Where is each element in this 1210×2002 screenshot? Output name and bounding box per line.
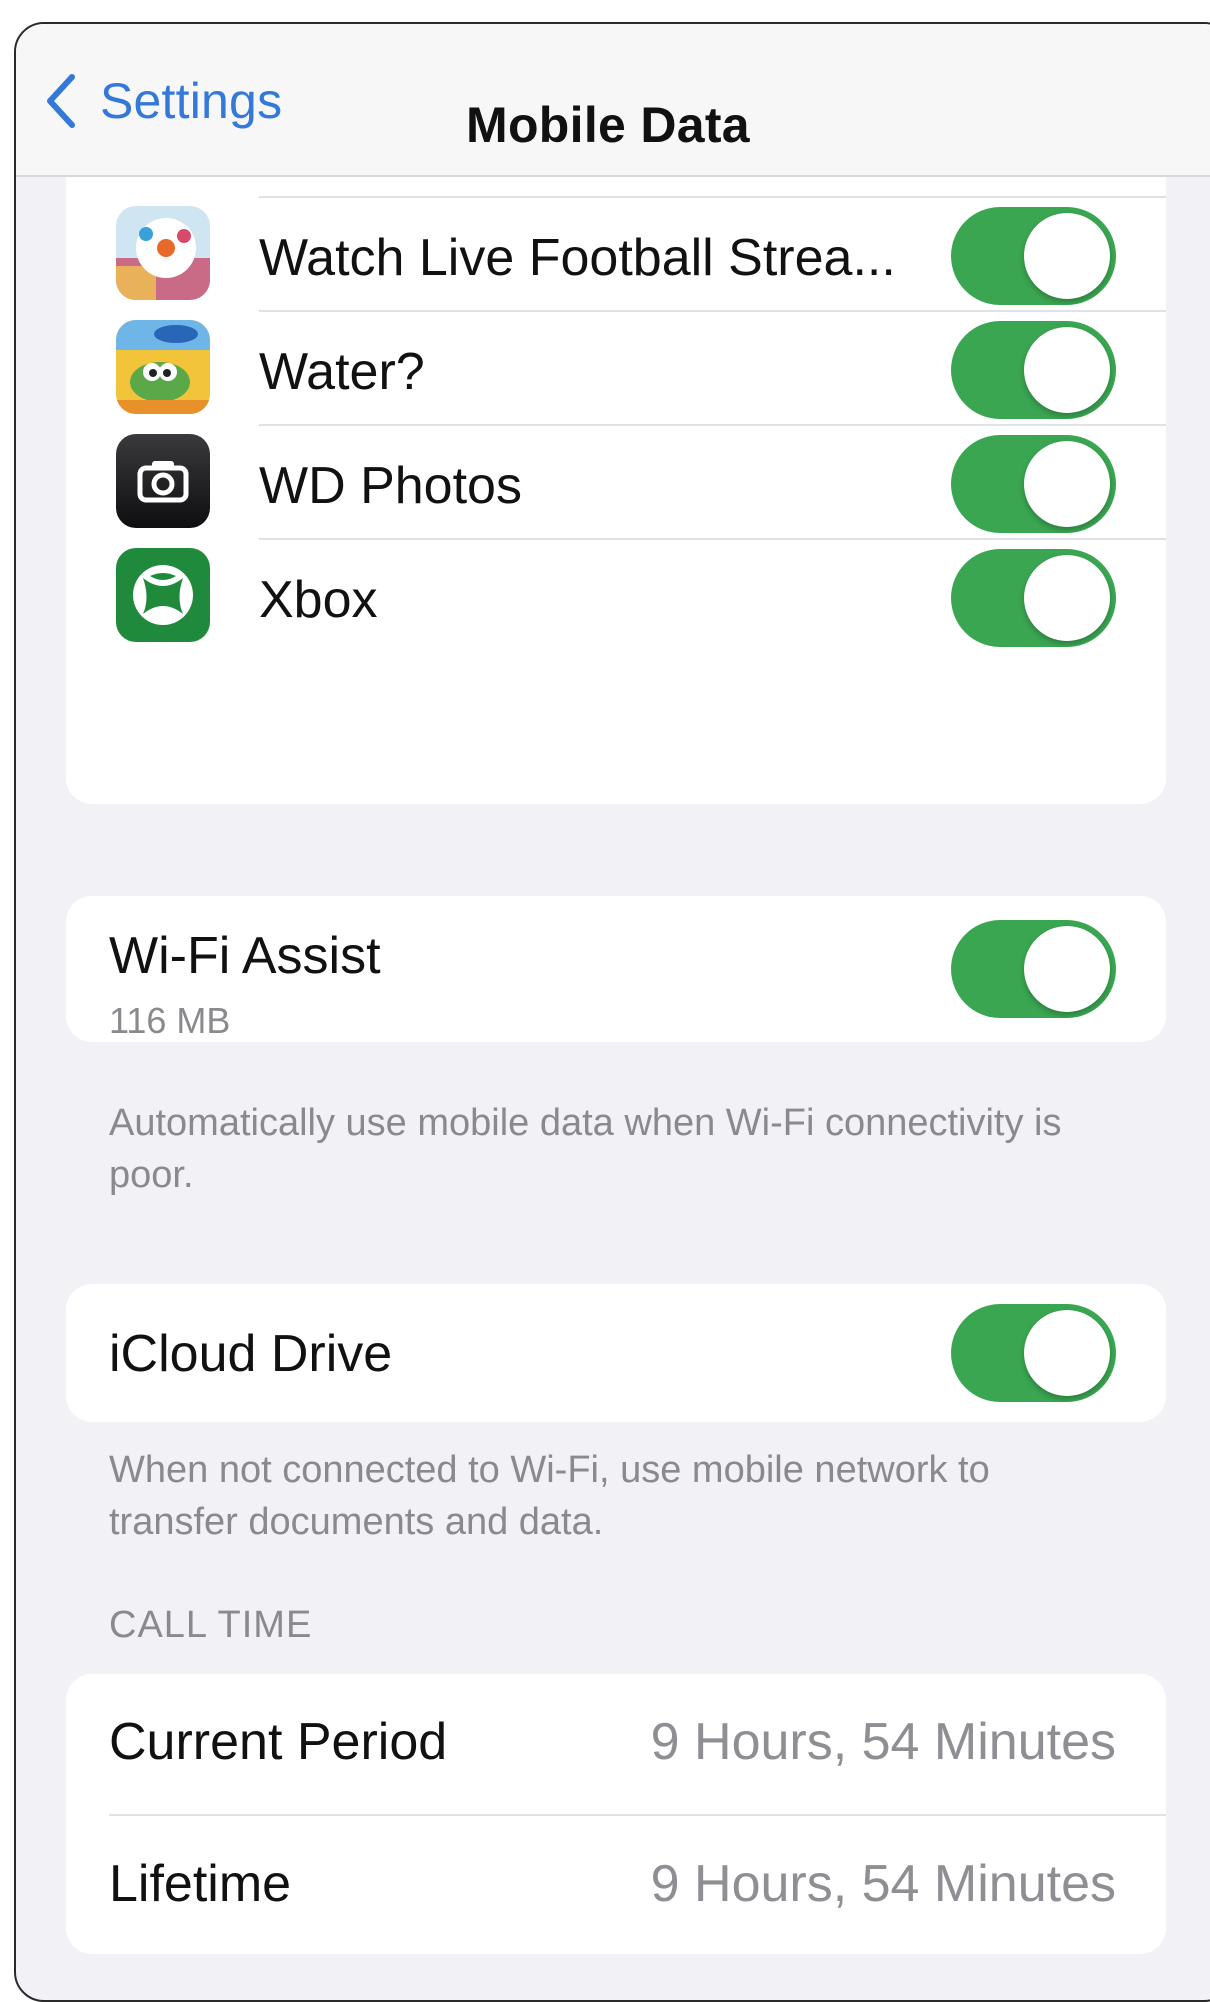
call-time-row: Current Period 9 Hours, 54 Minutes — [66, 1674, 1166, 1814]
football-app-icon — [116, 206, 210, 300]
app-name: Watch Live Football Strea... — [259, 229, 896, 287]
wifi-assist-usage: 116 MB — [109, 1000, 231, 1041]
list-item[interactable]: Watch Live Football Strea... — [66, 198, 1166, 310]
back-button[interactable]: Settings — [42, 66, 282, 136]
settings-screen: Settings Mobile Data Watch Live Football… — [14, 22, 1210, 2002]
call-time-row: Lifetime 9 Hours, 54 Minutes — [66, 1816, 1166, 1954]
wifi-assist-toggle[interactable] — [951, 920, 1116, 1018]
list-item[interactable]: Xbox — [66, 540, 1166, 652]
icloud-drive-label: iCloud Drive — [109, 1325, 393, 1383]
navigation-bar: Settings Mobile Data — [16, 24, 1210, 177]
camera-app-icon — [116, 434, 210, 528]
icloud-drive-toggle[interactable] — [951, 1304, 1116, 1402]
list-item[interactable]: Water? — [66, 312, 1166, 424]
xbox-app-icon — [116, 548, 210, 642]
app-toggle[interactable] — [951, 435, 1116, 533]
chevron-left-icon — [47, 74, 75, 128]
wifi-assist-label: Wi-Fi Assist — [109, 927, 381, 985]
current-period-value: 9 Hours, 54 Minutes — [650, 1713, 1116, 1771]
page-title: Mobile Data — [466, 97, 750, 153]
app-list: Watch Live Football Strea... Water? WD P… — [66, 109, 1166, 804]
wifi-assist-footnote: Automatically use mobile data when Wi-Fi… — [109, 1102, 1062, 1196]
app-name: WD Photos — [259, 457, 522, 515]
app-toggle[interactable] — [951, 321, 1116, 419]
app-name: Water? — [259, 343, 425, 401]
app-name: Xbox — [259, 571, 378, 629]
list-item[interactable]: WD Photos — [66, 426, 1166, 538]
wifi-assist-group: Wi-Fi Assist 116 MB — [66, 896, 1166, 1042]
wheres-my-water-app-icon — [116, 320, 210, 414]
app-toggle[interactable] — [951, 549, 1116, 647]
lifetime-value: 9 Hours, 54 Minutes — [650, 1855, 1116, 1913]
icloud-drive-group: iCloud Drive — [66, 1284, 1166, 1422]
icloud-drive-footnote: When not connected to Wi-Fi, use mobile … — [109, 1449, 990, 1543]
call-time-header: CALL TIME — [109, 1604, 313, 1646]
app-toggle[interactable] — [951, 207, 1116, 305]
back-label: Settings — [100, 73, 283, 129]
current-period-label: Current Period — [109, 1713, 448, 1771]
call-time-group: Current Period 9 Hours, 54 Minutes Lifet… — [66, 1674, 1166, 1954]
lifetime-label: Lifetime — [109, 1855, 292, 1913]
